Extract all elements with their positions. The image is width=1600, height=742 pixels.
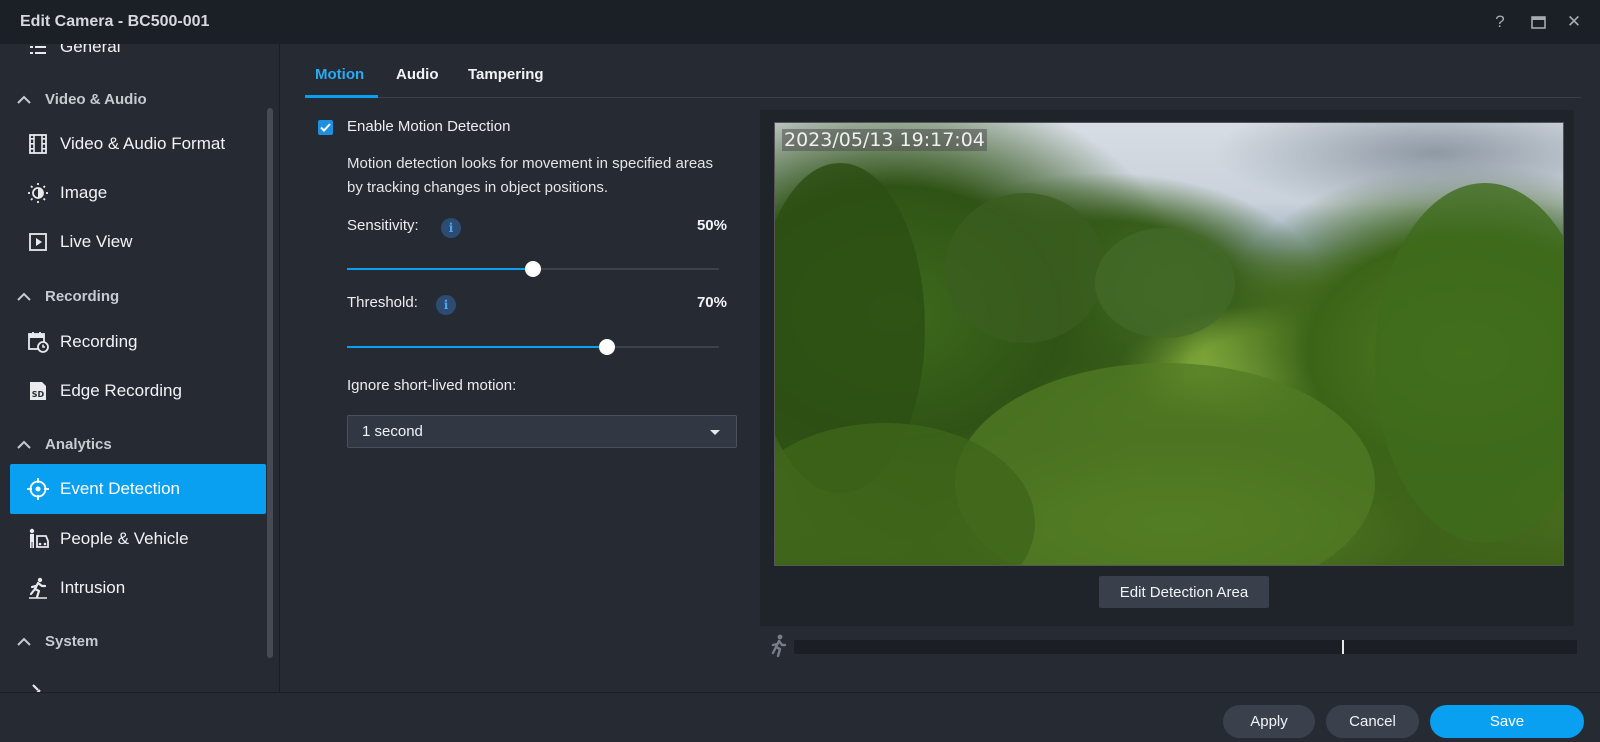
sidebar-item-video-audio-format[interactable]: Video & Audio Format <box>10 119 266 169</box>
threshold-value: 70% <box>696 294 727 311</box>
save-button[interactable]: Save <box>1430 705 1584 738</box>
footer-bar: Apply Cancel Save <box>0 692 1600 742</box>
motion-description: Motion detection looks for movement in s… <box>347 155 714 196</box>
sensitivity-slider[interactable] <box>347 261 719 277</box>
sidebar-item-label: Live View <box>60 232 133 251</box>
enable-motion-label[interactable]: Enable Motion Detection <box>347 118 510 135</box>
sidebar-item-live-view[interactable]: Live View <box>10 217 266 267</box>
threshold-info-icon[interactable]: i <box>436 295 456 315</box>
sidebar-item-label: People & Vehicle <box>60 529 189 548</box>
sd-card-icon: SD <box>26 379 50 403</box>
help-icon[interactable]: ? <box>1488 10 1512 34</box>
maximize-icon[interactable] <box>1526 10 1550 34</box>
sidebar-item-people-vehicle[interactable]: People & Vehicle <box>10 514 266 564</box>
sensitivity-value: 50% <box>696 217 727 234</box>
section-video-audio[interactable]: Video & Audio <box>16 91 147 108</box>
sidebar-item-recording[interactable]: Recording <box>10 317 266 367</box>
section-label: System <box>45 633 99 650</box>
sensitivity-slider-thumb[interactable] <box>525 261 541 277</box>
sidebar-item-label: Event Detection <box>60 479 181 498</box>
sensitivity-label: Sensitivity: <box>347 217 419 234</box>
tab-audio[interactable]: Audio <box>396 66 439 83</box>
sidebar-item-image[interactable]: Image <box>10 168 266 218</box>
threshold-slider[interactable] <box>347 339 719 355</box>
threshold-label: Threshold: <box>347 294 418 311</box>
chevron-up-icon <box>17 637 31 646</box>
section-recording[interactable]: Recording <box>16 288 119 305</box>
sensitivity-slider-fill <box>347 268 533 270</box>
sidebar-item-label: Edge Recording <box>60 381 182 400</box>
apply-button[interactable]: Apply <box>1223 705 1315 738</box>
active-tab-indicator <box>305 95 378 98</box>
caret-down-icon <box>710 430 720 435</box>
section-analytics[interactable]: Analytics <box>16 436 112 453</box>
chevron-up-icon <box>17 95 31 104</box>
sensitivity-info-icon[interactable]: i <box>441 218 461 238</box>
sidebar-item-edge-recording[interactable]: SD Edge Recording <box>10 366 266 416</box>
list-icon <box>26 44 50 59</box>
edit-detection-area-button[interactable]: Edit Detection Area <box>1099 576 1269 608</box>
section-label: Analytics <box>45 436 112 453</box>
threshold-slider-thumb[interactable] <box>599 339 616 355</box>
ignore-short-motion-label: Ignore short-lived motion: <box>347 377 517 394</box>
camera-preview-panel: 2023/05/13 19:17:04 Edit Detection Area <box>760 110 1574 626</box>
sidebar-item-event-detection[interactable]: Event Detection <box>10 464 266 514</box>
svg-text:SD: SD <box>32 390 45 399</box>
sidebar-scrollbar[interactable] <box>267 108 273 658</box>
section-label: Recording <box>45 288 120 305</box>
tab-motion[interactable]: Motion <box>315 66 364 83</box>
timeline-marker[interactable] <box>1342 640 1345 654</box>
running-person-icon <box>26 576 50 600</box>
tab-bar: Motion Audio Tampering <box>305 44 1581 98</box>
close-icon[interactable]: ✕ <box>1562 10 1586 34</box>
enable-motion-checkbox[interactable] <box>318 120 333 135</box>
motion-walking-icon <box>768 634 790 660</box>
cancel-button[interactable]: Cancel <box>1326 705 1419 738</box>
camera-timestamp: 2023/05/13 19:17:04 <box>782 129 987 151</box>
section-system[interactable]: System <box>16 633 98 650</box>
person-vehicle-icon <box>26 527 50 551</box>
sidebar-item-label: Video & Audio Format <box>60 134 226 153</box>
calendar-clock-icon <box>26 330 50 354</box>
play-box-icon <box>26 230 50 254</box>
tree-foliage <box>1095 228 1235 338</box>
sidebar-item-label: Recording <box>60 332 138 351</box>
sidebar-item-label: Intrusion <box>60 578 126 597</box>
crosshair-icon <box>26 477 50 501</box>
select-value: 1 second <box>362 423 423 440</box>
sidebar-item-system-partial[interactable] <box>10 667 266 692</box>
tree-foliage <box>945 193 1105 343</box>
film-icon <box>26 132 50 156</box>
section-label: Video & Audio <box>45 91 147 108</box>
sidebar-item-general[interactable]: General <box>10 44 266 72</box>
window-title: Edit Camera - BC500-001 <box>20 13 210 30</box>
tab-tampering[interactable]: Tampering <box>468 66 544 83</box>
tools-icon <box>26 680 50 692</box>
threshold-slider-fill <box>347 346 608 348</box>
title-bar: Edit Camera - BC500-001 ? ✕ <box>0 0 1600 44</box>
camera-live-image: 2023/05/13 19:17:04 <box>774 122 1564 566</box>
ignore-short-motion-select[interactable]: 1 second <box>347 415 737 448</box>
brightness-icon <box>26 181 50 205</box>
checkmark-icon <box>320 123 331 132</box>
chevron-up-icon <box>17 292 31 301</box>
sidebar-item-label: General <box>60 44 121 56</box>
motion-timeline[interactable] <box>794 640 1577 654</box>
main-panel: Motion Audio Tampering Enable Motion Det… <box>281 44 1600 692</box>
sidebar-item-label: Image <box>60 183 108 202</box>
tree-foliage <box>1375 183 1563 543</box>
sidebar-item-intrusion[interactable]: Intrusion <box>10 563 266 613</box>
sidebar: General Video & Audio Video & Audio Form… <box>0 44 280 692</box>
chevron-up-icon <box>17 440 31 449</box>
